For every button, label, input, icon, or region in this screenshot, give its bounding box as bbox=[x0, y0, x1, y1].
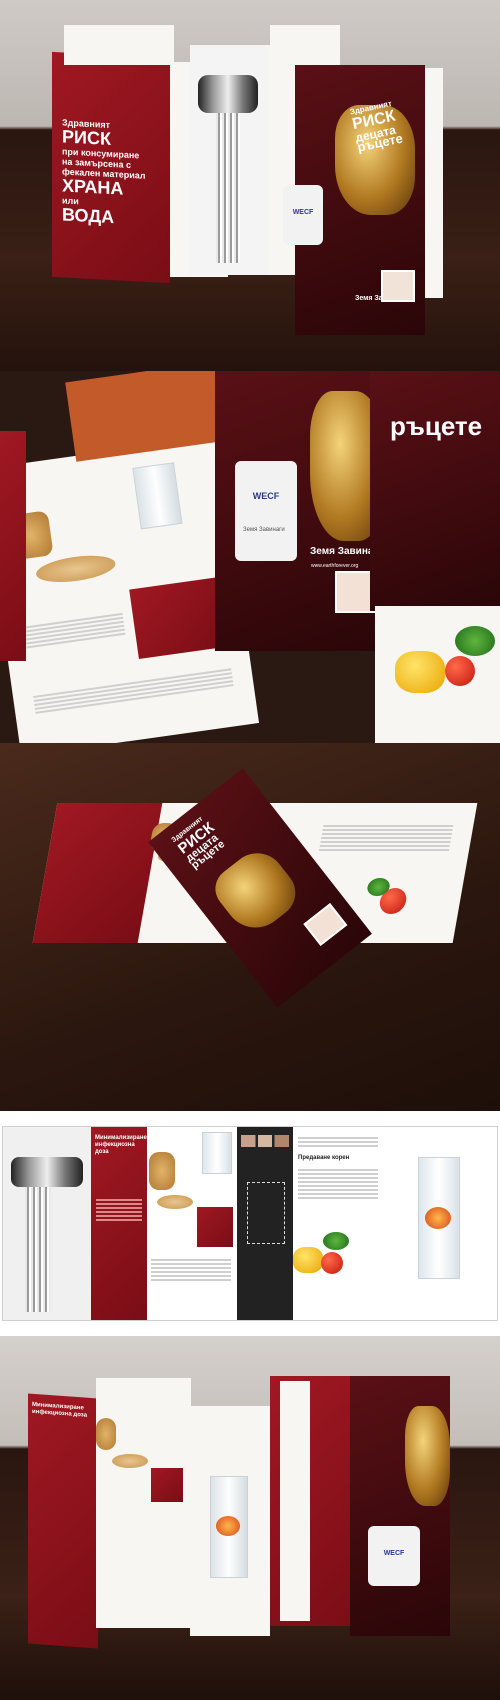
highlight-box bbox=[129, 577, 229, 659]
spread-cracker bbox=[157, 1195, 193, 1209]
unfolded-cracker bbox=[112, 1454, 148, 1468]
flat-child-photo bbox=[303, 903, 348, 947]
photo-brochure-closeup: WECF Земя Завинаги Земя Завинаги www.ear… bbox=[0, 371, 500, 743]
vegetables-panel bbox=[375, 606, 500, 743]
brochure-red-panel: Здравният РИСК при консумиране на замърс… bbox=[52, 51, 170, 284]
steel-faucet-image bbox=[198, 75, 258, 113]
flat-gold-tap bbox=[206, 841, 306, 941]
spread-bread bbox=[149, 1152, 175, 1190]
cracker-image bbox=[34, 551, 118, 587]
unfolded-red-panel: Минимализиране инфекциозна доза bbox=[28, 1393, 98, 1649]
unfolded-highlight-box bbox=[151, 1468, 183, 1502]
flat-red-panel bbox=[32, 803, 163, 943]
cover-cut-text: ръцете bbox=[390, 411, 483, 441]
unfolded-fruit bbox=[216, 1516, 240, 1536]
brochure-cover-closeup: WECF Земя Завинаги Земя Завинаги www.ear… bbox=[215, 371, 385, 651]
unfolded-gold-tap bbox=[405, 1406, 450, 1506]
glass-image bbox=[132, 462, 183, 530]
faucet-panel bbox=[190, 45, 270, 275]
spread-arrow-diagram bbox=[247, 1182, 285, 1244]
photo-brochures-flat: Здравният РИСК децата ръцете bbox=[0, 743, 500, 1111]
child-photo bbox=[381, 270, 415, 302]
spread-heading-2: Предаване корен bbox=[298, 1155, 350, 1161]
spread-tomato bbox=[321, 1252, 343, 1274]
wecf-logo-text: WECF bbox=[292, 209, 314, 216]
spread-glass bbox=[202, 1132, 232, 1174]
brochure-edge-panel bbox=[425, 68, 443, 298]
unfolded-panel-heading: Минимализиране инфекциозна доза bbox=[32, 1401, 88, 1419]
unfolded-mid-panel bbox=[270, 1376, 360, 1626]
photo-brochures-standing: Здравният РИСК при консумиране на замърс… bbox=[0, 0, 500, 371]
brochure-cover: Здравният РИСК децата ръцете WECF Земя З… bbox=[283, 65, 425, 335]
unfolded-mid-white bbox=[280, 1381, 310, 1621]
wecf-logo: WECF bbox=[283, 185, 323, 245]
unfolded-splash-panel bbox=[190, 1406, 270, 1636]
title-line-8: ВОДА bbox=[62, 204, 115, 228]
photo-brochures-unfolded: Минимализиране инфекциозна доза WECF bbox=[0, 1336, 500, 1700]
wecf-logo-closeup: WECF Земя Завинаги bbox=[235, 461, 297, 561]
spread-text-panel: Предаване корен bbox=[293, 1127, 383, 1320]
spread-herb bbox=[323, 1232, 349, 1250]
unfolded-food-panel bbox=[96, 1378, 191, 1628]
spread-water-stream bbox=[25, 1187, 51, 1312]
website-text: www.earthforever.org bbox=[311, 563, 359, 569]
org-name-closeup: Земя Завинаги bbox=[243, 527, 285, 533]
spread-diagram-panel bbox=[237, 1127, 293, 1320]
cover-right-panel: ръцете bbox=[370, 371, 500, 611]
spread-splash-panel bbox=[383, 1127, 497, 1320]
wecf-logo-closeup-text: WECF bbox=[252, 491, 280, 501]
spread-red-panel: Минимализиране инфекциозна доза bbox=[91, 1127, 147, 1320]
unfolded-wecf-logo: WECF bbox=[368, 1526, 420, 1586]
brochure-spread-flat: Минимализиране инфекциозна доза Предаван… bbox=[2, 1126, 498, 1321]
side-red-strip bbox=[0, 431, 26, 661]
unfolded-cover: WECF bbox=[350, 1376, 450, 1636]
spread-thumb-row bbox=[241, 1135, 289, 1147]
brochure-back-panel bbox=[64, 25, 174, 65]
spread-panel-heading: Минимализиране инфекциозна доза bbox=[95, 1135, 147, 1155]
spread-steel-faucet bbox=[11, 1157, 83, 1187]
herb-image bbox=[455, 626, 495, 656]
spread-food-panel bbox=[147, 1127, 237, 1320]
tomato-image bbox=[445, 656, 475, 686]
unfolded-bread bbox=[96, 1418, 116, 1450]
spread-highlight-box bbox=[197, 1207, 233, 1247]
spread-fruit bbox=[425, 1207, 451, 1229]
spread-pepper bbox=[293, 1247, 323, 1273]
spread-faucet-panel bbox=[3, 1127, 91, 1320]
unfolded-wecf-logo-text: WECF bbox=[383, 1550, 405, 1557]
water-stream-image bbox=[216, 113, 240, 263]
pepper-image bbox=[395, 651, 445, 693]
